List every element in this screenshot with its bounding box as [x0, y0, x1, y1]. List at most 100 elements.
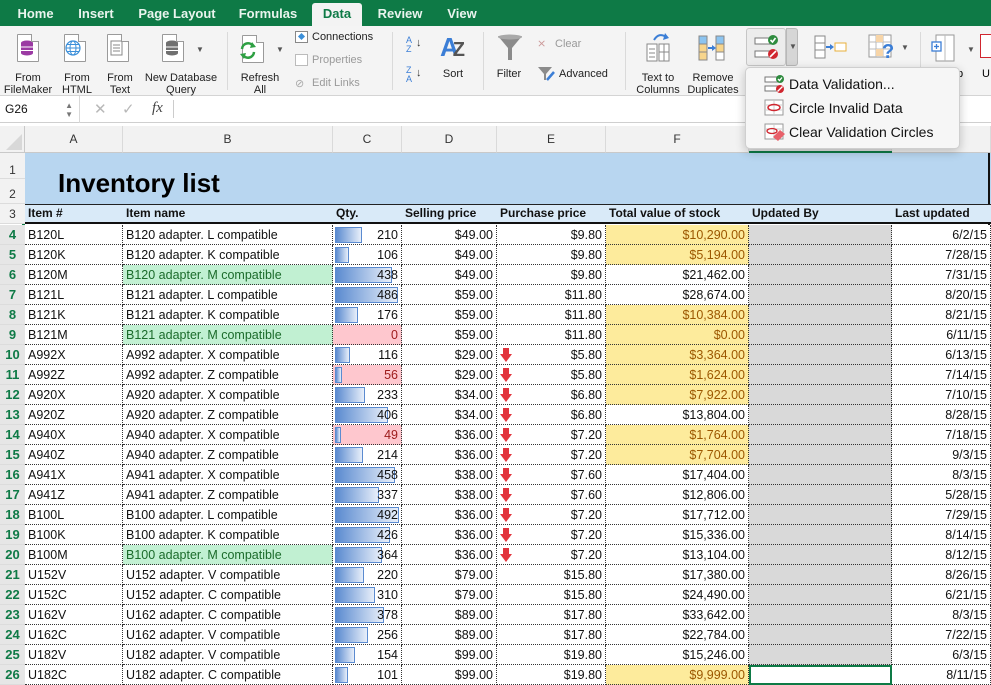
- cell-item-name[interactable]: B100 adapter. L compatible: [123, 505, 333, 525]
- name-box-stepper-icon[interactable]: ▲ ▼: [65, 96, 73, 119]
- row-header[interactable]: 16: [0, 465, 25, 485]
- cell-item-number[interactable]: B121M: [25, 325, 123, 345]
- cell-item-number[interactable]: A941Z: [25, 485, 123, 505]
- text-to-columns-button[interactable]: Text to Columns: [633, 30, 683, 96]
- cell-total-value[interactable]: $33,642.00: [606, 605, 749, 625]
- header-qty[interactable]: Qty.: [336, 206, 358, 220]
- cell-item-number[interactable]: U162C: [25, 625, 123, 645]
- cell-qty[interactable]: 438: [333, 265, 402, 285]
- cell-updated-by[interactable]: [749, 345, 892, 365]
- sort-descending-button[interactable]: Z A ↓: [406, 66, 428, 88]
- cell-total-value[interactable]: $0.00: [606, 325, 749, 345]
- row-header[interactable]: 13: [0, 405, 25, 425]
- ungroup-button[interactable]: U: [980, 34, 991, 94]
- cell-qty[interactable]: 49: [333, 425, 402, 445]
- cell-purchase-price[interactable]: $6.80: [497, 385, 606, 405]
- cell-updated-by[interactable]: [749, 265, 892, 285]
- cell-qty[interactable]: 426: [333, 525, 402, 545]
- cell-selling-price[interactable]: $34.00: [402, 385, 512, 405]
- cell-last-updated[interactable]: 7/29/15: [892, 505, 991, 525]
- cell-updated-by[interactable]: [749, 665, 892, 685]
- cell-total-value[interactable]: $22,784.00: [606, 625, 749, 645]
- cell-total-value[interactable]: $5,194.00: [606, 245, 749, 265]
- cell-selling-price[interactable]: $99.00: [402, 665, 497, 685]
- cell-qty[interactable]: 220: [333, 565, 402, 585]
- cell-last-updated[interactable]: 6/3/15: [892, 645, 991, 665]
- cell-last-updated[interactable]: 8/12/15: [892, 545, 991, 565]
- cell-purchase-price[interactable]: $11.80: [497, 305, 606, 325]
- cell-item-number[interactable]: B120K: [25, 245, 123, 265]
- cell-total-value[interactable]: $10,290.00: [606, 225, 749, 245]
- cell-purchase-price[interactable]: $17.80: [497, 605, 606, 625]
- row-header[interactable]: 14: [0, 425, 25, 445]
- cell-purchase-price[interactable]: $9.80: [497, 265, 606, 285]
- tab-view[interactable]: View: [440, 3, 484, 26]
- tab-page-layout[interactable]: Page Layout: [130, 3, 224, 26]
- cell-updated-by[interactable]: [749, 445, 892, 465]
- cell-selling-price[interactable]: $59.00: [402, 285, 497, 305]
- insert-function-icon[interactable]: fx: [152, 100, 163, 117]
- cell-item-name[interactable]: A941 adapter. Z compatible: [123, 485, 333, 505]
- cell-updated-by[interactable]: [749, 605, 892, 625]
- cell-purchase-price[interactable]: $9.80: [497, 245, 606, 265]
- menu-item-data-validation[interactable]: Data Validation...: [746, 72, 959, 96]
- row-header[interactable]: 12: [0, 385, 25, 405]
- cell-qty[interactable]: 106: [333, 245, 402, 265]
- cell-qty[interactable]: 116: [333, 345, 402, 365]
- cell-total-value[interactable]: $17,404.00: [606, 465, 749, 485]
- cell-item-name[interactable]: A920 adapter. X compatible: [123, 385, 333, 405]
- cell-purchase-price[interactable]: $7.60: [497, 485, 606, 505]
- cell-updated-by[interactable]: [749, 465, 892, 485]
- cell-last-updated[interactable]: 9/3/15: [892, 445, 991, 465]
- cell-selling-price[interactable]: $36.00: [402, 545, 512, 565]
- tab-home[interactable]: Home: [8, 3, 63, 26]
- cell-item-name[interactable]: B100 adapter. K compatible: [123, 525, 333, 545]
- column-header-d[interactable]: D: [402, 126, 497, 153]
- cell-purchase-price[interactable]: $9.80: [497, 225, 606, 245]
- cell-qty[interactable]: 458: [333, 465, 402, 485]
- cell-total-value[interactable]: $28,674.00: [606, 285, 749, 305]
- name-box[interactable]: G26 ▲ ▼: [0, 96, 80, 123]
- cell-last-updated[interactable]: 8/11/15: [892, 665, 991, 685]
- column-header-a[interactable]: A: [25, 126, 123, 153]
- header-purchase-price[interactable]: Purchase price: [500, 206, 586, 220]
- cell-last-updated[interactable]: 8/20/15: [892, 285, 991, 305]
- data-validation-dropdown-button[interactable]: ▼: [786, 28, 798, 66]
- cell-updated-by[interactable]: [749, 645, 892, 665]
- cell-item-number[interactable]: B100M: [25, 545, 123, 565]
- new-database-query-button[interactable]: ▼ New Database Query: [142, 30, 220, 96]
- cell-selling-price[interactable]: $49.00: [402, 245, 497, 265]
- row-header[interactable]: 19: [0, 525, 25, 545]
- cell-selling-price[interactable]: $29.00: [402, 365, 512, 385]
- sort-button[interactable]: AZ Sort: [436, 30, 470, 92]
- cell-last-updated[interactable]: 7/22/15: [892, 625, 991, 645]
- cell-item-name[interactable]: U152 adapter. C compatible: [123, 585, 333, 605]
- cell-last-updated[interactable]: 6/13/15: [892, 345, 991, 365]
- cell-item-number[interactable]: A941X: [25, 465, 123, 485]
- cell-updated-by[interactable]: [749, 325, 892, 345]
- cell-item-name[interactable]: B100 adapter. M compatible: [123, 545, 333, 565]
- cell-item-number[interactable]: U182V: [25, 645, 123, 665]
- cell-item-name[interactable]: U162 adapter. C compatible: [123, 605, 333, 625]
- cell-selling-price[interactable]: $38.00: [402, 465, 512, 485]
- row-header[interactable]: 11: [0, 365, 25, 385]
- tab-formulas[interactable]: Formulas: [232, 3, 304, 26]
- cell-item-name[interactable]: U162 adapter. V compatible: [123, 625, 333, 645]
- cell-total-value[interactable]: $17,712.00: [606, 505, 749, 525]
- cell-item-number[interactable]: B120M: [25, 265, 123, 285]
- cell-item-name[interactable]: B121 adapter. K compatible: [123, 305, 333, 325]
- row-header[interactable]: 6: [0, 265, 25, 285]
- cell-item-number[interactable]: U162V: [25, 605, 123, 625]
- header-updated-by[interactable]: Updated By: [752, 206, 819, 220]
- cell-item-number[interactable]: A920Z: [25, 405, 123, 425]
- row-header[interactable]: 18: [0, 505, 25, 525]
- cell-selling-price[interactable]: $89.00: [402, 625, 497, 645]
- cell-item-name[interactable]: U182 adapter. V compatible: [123, 645, 333, 665]
- cell-qty[interactable]: 233: [333, 385, 402, 405]
- cell-item-name[interactable]: A941 adapter. X compatible: [123, 465, 333, 485]
- from-text-button[interactable]: From Text: [103, 30, 137, 96]
- cell-selling-price[interactable]: $79.00: [402, 565, 497, 585]
- cell-selling-price[interactable]: $36.00: [402, 425, 512, 445]
- advanced-filter-button[interactable]: Advanced: [537, 66, 608, 82]
- cell-item-number[interactable]: B121K: [25, 305, 123, 325]
